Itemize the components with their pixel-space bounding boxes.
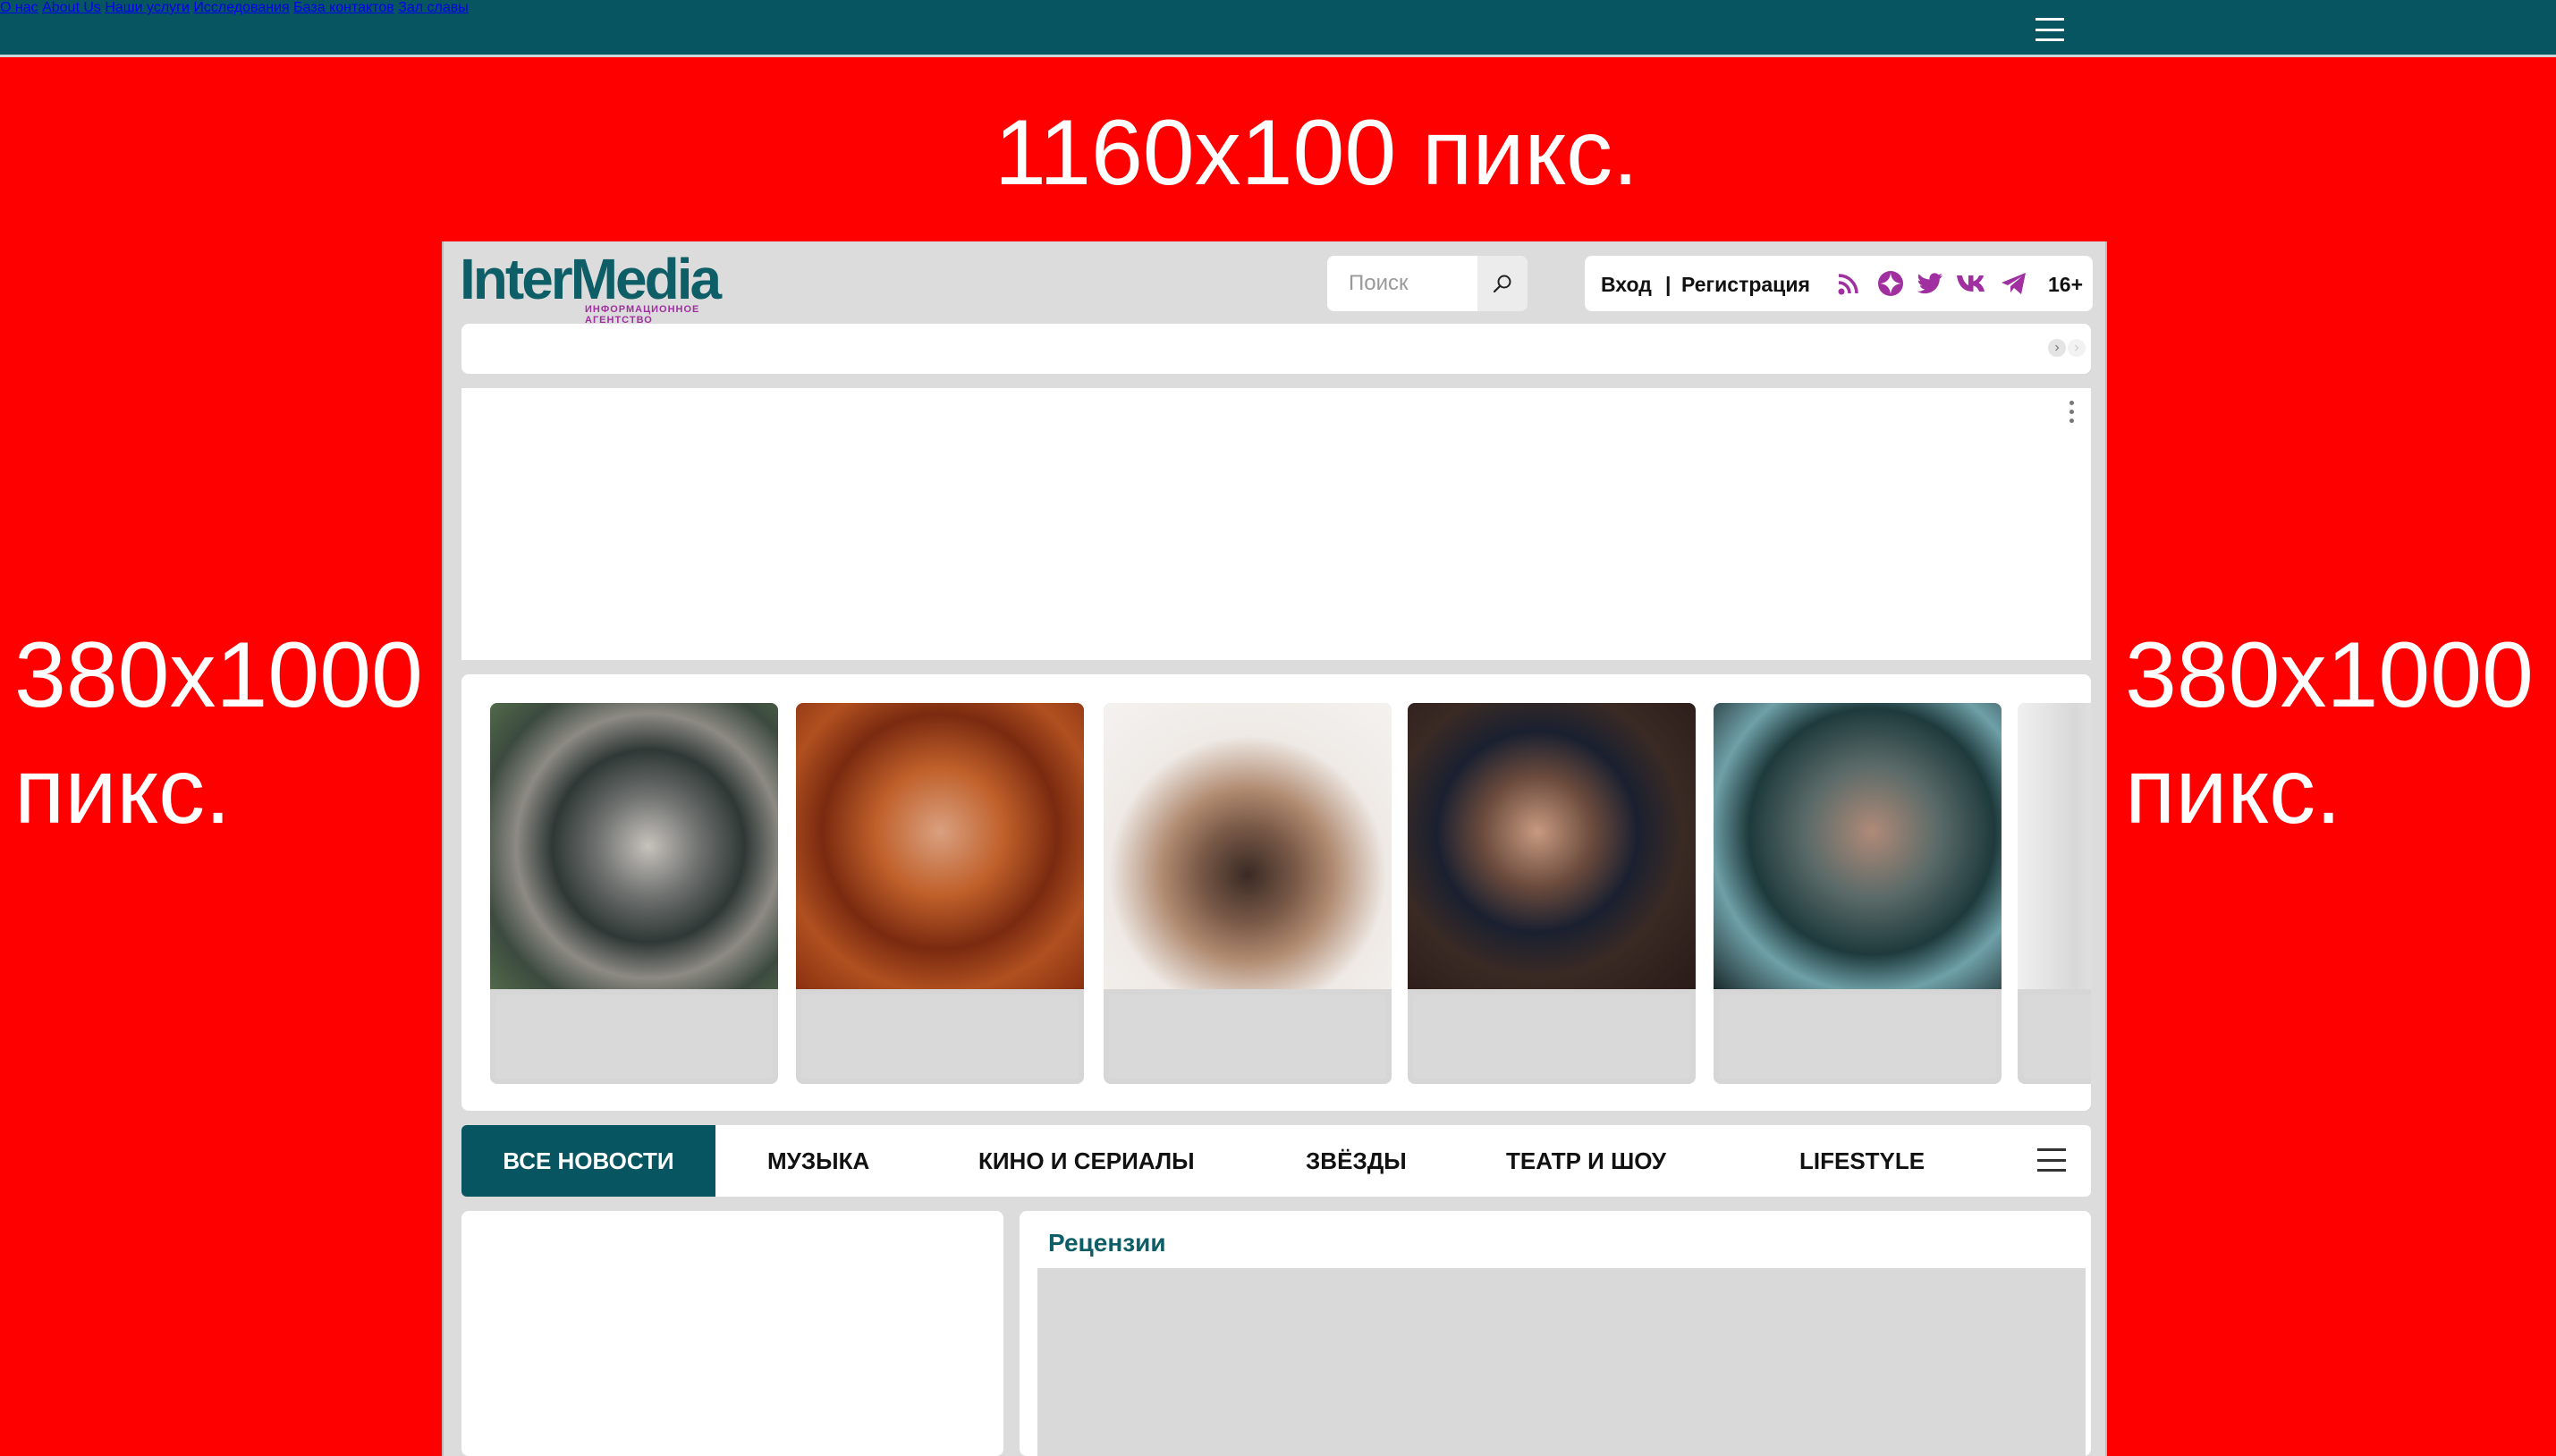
logo-tagline: ИНФОРМАЦИОННОЕ АГЕНТСТВО <box>585 304 700 326</box>
tab-movies-series[interactable]: КИНО И СЕРИАЛЫ <box>978 1125 1195 1197</box>
card-caption-placeholder <box>495 995 773 1079</box>
twitter-icon[interactable] <box>1916 270 1944 297</box>
topnav-hall-of-fame[interactable]: Зал славы <box>398 0 469 15</box>
card-image <box>490 703 778 989</box>
featured-carousel <box>461 674 2091 1111</box>
auth-social-bar: Вход | Регистрация 16+ <box>1585 256 2093 311</box>
card-caption-placeholder <box>1413 995 1690 1079</box>
site-logo[interactable]: InterMedia ИНФОРМАЦИОННОЕ АГЕНТСТВО <box>460 247 755 326</box>
search-button[interactable] <box>1477 256 1528 311</box>
search-box <box>1327 256 1528 311</box>
card-image <box>796 703 1084 989</box>
top-navigation-bar: О нас About Us Наши услуги Исследования … <box>0 0 2556 57</box>
right-ad-line1: 380x1000 <box>2125 623 2534 727</box>
reviews-title[interactable]: Рецензии <box>1048 1229 1166 1257</box>
register-link[interactable]: Регистрация <box>1681 273 1810 297</box>
logo-wordmark: InterMedia <box>460 247 722 311</box>
categories-menu-icon[interactable] <box>2037 1148 2066 1172</box>
card-image <box>1408 703 1696 989</box>
age-rating-badge: 16+ <box>2048 273 2084 296</box>
carousel-card[interactable] <box>2018 703 2091 1084</box>
carousel-card[interactable] <box>490 703 778 1084</box>
reviews-section: Рецензии <box>1020 1211 2091 1456</box>
card-image <box>2018 703 2091 989</box>
site-container: InterMedia ИНФОРМАЦИОННОЕ АГЕНТСТВО Вход… <box>442 241 2107 1456</box>
carousel-card[interactable] <box>1714 703 2002 1084</box>
search-input[interactable] <box>1327 256 1477 311</box>
news-ticker: › › <box>461 324 2091 374</box>
card-caption-placeholder <box>1719 995 1996 1079</box>
tab-theatre-show[interactable]: ТЕАТР И ШОУ <box>1506 1125 1666 1197</box>
tab-stars[interactable]: ЗВЁЗДЫ <box>1306 1125 1407 1197</box>
topnav-about-ru[interactable]: О нас <box>0 0 38 15</box>
carousel-card[interactable] <box>796 703 1084 1084</box>
left-ad-size-label: 380x1000 пикс. <box>14 617 423 850</box>
topnav-about-en[interactable]: About Us <box>42 0 101 15</box>
tab-music[interactable]: МУЗЫКА <box>767 1125 869 1197</box>
tab-all-news[interactable]: ВСЕ НОВОСТИ <box>461 1125 715 1197</box>
search-icon <box>1493 275 1511 293</box>
ad-banner[interactable] <box>461 388 2091 660</box>
left-column-block <box>461 1211 1003 1456</box>
right-ad-line2: пикс. <box>2125 740 2341 843</box>
reviews-image-placeholder[interactable] <box>1037 1268 2086 1456</box>
ticker-next-disabled-icon: › <box>2068 339 2086 357</box>
card-caption-placeholder <box>1109 995 1386 1079</box>
rss-icon[interactable] <box>1835 270 1864 297</box>
auth-separator: | <box>1665 273 1672 296</box>
hamburger-menu-icon[interactable] <box>2035 18 2064 41</box>
left-ad-line2: пикс. <box>14 740 231 843</box>
topnav-research[interactable]: Исследования <box>193 0 289 15</box>
card-image <box>1714 703 2002 989</box>
zen-icon[interactable] <box>1876 270 1905 297</box>
carousel-card[interactable] <box>1104 703 1392 1084</box>
telegram-icon[interactable] <box>2000 270 2028 297</box>
topnav-services[interactable]: Наши услуги <box>105 0 190 15</box>
login-link[interactable]: Вход <box>1601 273 1652 297</box>
category-tabs: ВСЕ НОВОСТИ МУЗЫКА КИНО И СЕРИАЛЫ ЗВЁЗДЫ… <box>461 1125 2091 1197</box>
right-ad-size-label: 380x1000 пикс. <box>2125 617 2534 850</box>
more-options-icon[interactable] <box>2069 401 2075 427</box>
card-caption-placeholder <box>2023 995 2091 1079</box>
ticker-next-icon[interactable]: › <box>2048 339 2066 357</box>
left-ad-line1: 380x1000 <box>14 623 423 727</box>
vk-icon[interactable] <box>1955 270 1991 297</box>
card-image <box>1104 703 1392 989</box>
card-caption-placeholder <box>801 995 1079 1079</box>
topnav-contacts-base[interactable]: База контактов <box>293 0 394 15</box>
carousel-card[interactable] <box>1408 703 1696 1084</box>
top-ad-size-label: 1160x100 пикс. <box>994 101 1639 205</box>
tab-lifestyle[interactable]: LIFESTYLE <box>1799 1125 1925 1197</box>
